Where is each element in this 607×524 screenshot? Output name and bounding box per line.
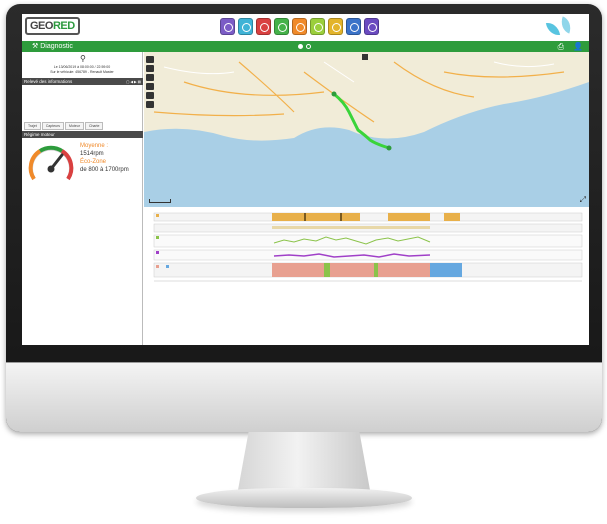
- download-icon[interactable]: [328, 18, 343, 35]
- wrench-icon: ⚒: [32, 43, 39, 50]
- rpm-summary: Moyenne : 1514rpm Éco-Zone de 800 à 1700…: [80, 142, 142, 174]
- eco-label: Éco-Zone: [80, 159, 107, 165]
- page-indicator: [298, 44, 311, 49]
- section-controls[interactable]: ▢ ◀ ▶ ▤: [126, 79, 141, 86]
- rpm-gauge: [28, 145, 74, 181]
- timeline-panel: [144, 207, 589, 345]
- map-pin-icon[interactable]: [362, 54, 368, 60]
- info-grid: ​​ ​​ ​​: [24, 93, 140, 114]
- info-row: ​​: [24, 100, 140, 107]
- measure-icon[interactable]: [146, 92, 154, 99]
- monitor-stand-neck: [238, 432, 370, 490]
- module-toolbar: [220, 18, 379, 35]
- info-row: ​​: [24, 107, 140, 114]
- tab-trajet[interactable]: Trajet: [24, 122, 41, 130]
- route-map[interactable]: ⤢: [144, 52, 589, 207]
- search-icon[interactable]: [364, 18, 379, 35]
- page-title: ⚒ Diagnostic: [32, 43, 73, 50]
- speedometer-icon[interactable]: [256, 18, 271, 35]
- tab-capteurs[interactable]: Capteurs: [41, 122, 65, 130]
- zoom-out-icon[interactable]: [146, 74, 154, 81]
- avg-value: 1514rpm: [80, 151, 104, 157]
- gauge-hub: [47, 165, 55, 173]
- tab-charte[interactable]: Charte: [84, 122, 104, 130]
- section-header-info: Relevé des informations ▢ ◀ ▶ ▤: [22, 78, 143, 85]
- search-icon[interactable]: ⚲: [80, 54, 86, 63]
- report-icon[interactable]: [292, 18, 307, 35]
- chart-icon[interactable]: [274, 18, 289, 35]
- gauge-eco-zone: [38, 145, 64, 153]
- gauge-icon[interactable]: [238, 18, 253, 35]
- timeline-chart[interactable]: [144, 207, 589, 345]
- pan-icon[interactable]: [146, 56, 154, 63]
- timeline-track-1: [153, 212, 583, 222]
- fullscreen-icon[interactable]: ⤢: [580, 195, 586, 205]
- timeline-track-2: [153, 223, 583, 233]
- app-screen: GEORED ⚒ Diagnostic ⎙ 👤 ⚲ Le 13/06/2019 …: [22, 14, 589, 345]
- timeline-track-4: [153, 249, 583, 261]
- info-row: ​​: [24, 93, 140, 100]
- route-end-marker[interactable]: [386, 145, 392, 151]
- zoom-in-icon[interactable]: [146, 65, 154, 72]
- diagnostic-panel: ⚲ Le 13/06/2019 à 08:00:00 / 22:59:00 Su…: [22, 52, 143, 345]
- monitor-chin: [6, 362, 602, 432]
- app-logo[interactable]: GEORED: [25, 17, 80, 35]
- monitor-stand-base: [196, 488, 412, 508]
- panel-tabs: Trajet Capteurs Moteur Charte: [24, 122, 104, 130]
- page-dot[interactable]: [306, 44, 311, 49]
- list-icon[interactable]: [310, 18, 325, 35]
- mail-icon[interactable]: [346, 18, 361, 35]
- date-range: Le 13/06/2019 à 08:00:00 / 22:59:00 Sur …: [50, 65, 114, 74]
- page-dot-active[interactable]: [298, 44, 303, 49]
- section-header-rpm: Régime moteur: [22, 131, 143, 138]
- layers-icon[interactable]: [146, 83, 154, 90]
- brand-leaf-icon: [545, 16, 579, 38]
- user-icon[interactable]: 👤: [573, 42, 583, 52]
- map-toolbar: [146, 56, 154, 108]
- nav-actions: ⎙ 👤: [558, 42, 583, 52]
- timeline-track-3: [153, 234, 583, 248]
- nav-bar: ⚒ Diagnostic ⎙ 👤: [22, 41, 589, 52]
- print-icon[interactable]: ⎙: [558, 42, 564, 52]
- map-tool-icon[interactable]: [146, 101, 154, 108]
- clock-icon[interactable]: [220, 18, 235, 35]
- eco-range: de 800 à 1700rpm: [80, 167, 129, 173]
- timeline-track-5: [153, 262, 583, 278]
- top-bar: GEORED: [22, 14, 589, 41]
- map-scale-bar: [149, 199, 171, 203]
- route-start-marker[interactable]: [331, 91, 337, 97]
- tab-moteur[interactable]: Moteur: [65, 122, 84, 130]
- avg-label: Moyenne :: [80, 143, 109, 149]
- map-canvas[interactable]: [144, 52, 589, 207]
